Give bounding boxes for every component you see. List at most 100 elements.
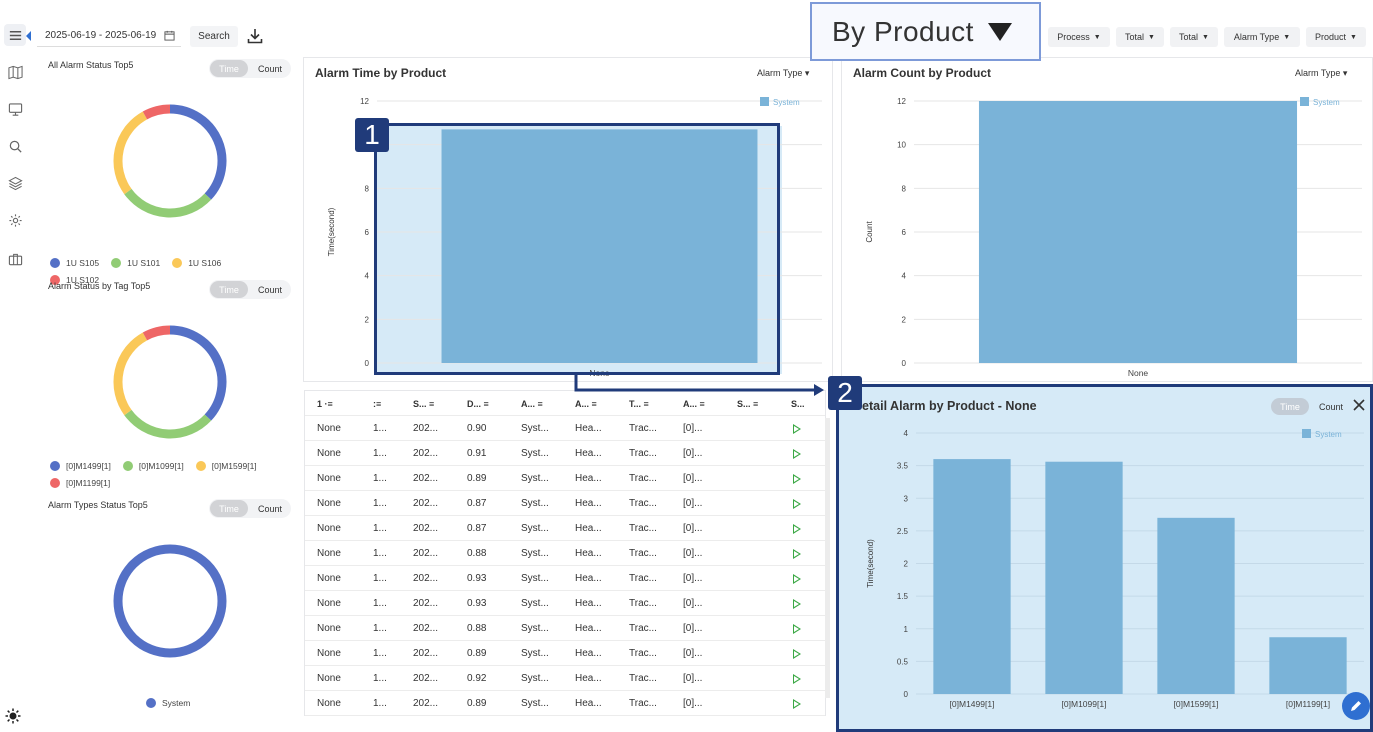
- table-row[interactable]: None 1... 202... 0.88 Syst... Hea... Trac... [0…: [305, 616, 825, 641]
- play-button[interactable]: [793, 616, 801, 641]
- legend-item[interactable]: [0]M1499[1]: [50, 461, 111, 471]
- donut-slice[interactable]: [169, 104, 227, 200]
- column-header[interactable]: :≡: [373, 391, 381, 416]
- donut-slice[interactable]: [142, 325, 171, 341]
- bar[interactable]: [978, 101, 1298, 363]
- time-count-toggle-2[interactable]: Time Count: [209, 280, 291, 299]
- close-icon[interactable]: [1352, 398, 1366, 412]
- column-header[interactable]: S... ≡: [413, 391, 434, 416]
- donut-slice[interactable]: [113, 111, 148, 195]
- toggle-count[interactable]: Count: [251, 500, 289, 517]
- table-cell: Hea...: [575, 673, 602, 684]
- table-cell: 1...: [373, 598, 387, 609]
- play-button[interactable]: [793, 566, 801, 591]
- play-button[interactable]: [793, 416, 801, 441]
- table-row[interactable]: None 1... 202... 0.93 Syst... Hea... Trac... [0…: [305, 591, 825, 616]
- y-tick-label: 2: [365, 315, 370, 324]
- collapse-icon[interactable]: [26, 31, 32, 41]
- legend-dot: [195, 461, 206, 471]
- legend-label[interactable]: System: [773, 98, 800, 107]
- edit-fab[interactable]: [1342, 692, 1370, 720]
- view-selector-dropdown[interactable]: By Product: [810, 2, 1041, 61]
- toggle-count[interactable]: Count: [251, 60, 289, 77]
- bar[interactable]: [1269, 637, 1347, 694]
- legend-item[interactable]: [0]M1599[1]: [195, 461, 257, 471]
- play-button[interactable]: [793, 516, 801, 541]
- legend-label[interactable]: System: [1313, 98, 1340, 107]
- table-cell: Hea...: [575, 523, 602, 534]
- play-icon: [793, 423, 801, 434]
- briefcase-icon[interactable]: [4, 248, 26, 270]
- toggle-time[interactable]: Time: [1271, 398, 1309, 415]
- table-row[interactable]: None 1... 202... 0.89 Syst... Hea... Trac... [0…: [305, 466, 825, 491]
- date-range-picker[interactable]: 2025-06-19 - 2025-06-19: [37, 25, 181, 47]
- donut-slice[interactable]: [124, 188, 212, 218]
- menu-icon[interactable]: [4, 24, 26, 46]
- gear-icon[interactable]: [4, 209, 26, 231]
- play-button[interactable]: [793, 491, 801, 516]
- donut-slice[interactable]: [142, 104, 171, 120]
- play-button[interactable]: [793, 641, 801, 666]
- table-cell: [0]...: [683, 473, 703, 484]
- donut-slice[interactable]: [169, 325, 227, 421]
- table-row[interactable]: None 1... 202... 0.93 Syst... Hea... Trac... [0…: [305, 566, 825, 591]
- donut-slice[interactable]: [113, 332, 148, 416]
- column-header[interactable]: 1 ·≡: [317, 391, 333, 416]
- toggle-time[interactable]: Time: [210, 60, 248, 77]
- monitor-icon[interactable]: [4, 98, 26, 120]
- sun-icon[interactable]: [4, 707, 22, 725]
- play-button[interactable]: [793, 466, 801, 491]
- table-row[interactable]: None 1... 202... 0.92 Syst... Hea... Trac... [0…: [305, 666, 825, 691]
- table-cell: [0]...: [683, 598, 703, 609]
- table-scrollbar[interactable]: [825, 418, 830, 698]
- calendar-icon: [164, 30, 175, 41]
- play-button[interactable]: [793, 441, 801, 466]
- column-header[interactable]: A... ≡: [521, 391, 543, 416]
- time-count-toggle-3[interactable]: Time Count: [209, 499, 291, 518]
- table-cell: 1...: [373, 498, 387, 509]
- legend-item[interactable]: [0]M1099[1]: [122, 461, 184, 471]
- table-row[interactable]: None 1... 202... 0.88 Syst... Hea... Trac... [0…: [305, 541, 825, 566]
- toggle-count[interactable]: Count: [1313, 398, 1349, 415]
- play-button[interactable]: [793, 691, 801, 716]
- table-row[interactable]: None 1... 202... 0.87 Syst... Hea... Trac... [0…: [305, 516, 825, 541]
- y-tick-label: 0: [365, 359, 370, 368]
- filter-total-2[interactable]: Total ▼: [1170, 27, 1218, 47]
- table-row[interactable]: None 1... 202... 0.87 Syst... Hea... Trac... [0…: [305, 491, 825, 516]
- donut-slice[interactable]: [124, 409, 212, 439]
- filter-process[interactable]: Process ▼: [1048, 27, 1110, 47]
- download-icon[interactable]: [246, 27, 264, 45]
- search-button[interactable]: Search: [190, 26, 238, 47]
- bar[interactable]: [933, 459, 1011, 694]
- bar[interactable]: [1045, 461, 1123, 694]
- filter-alarm-type[interactable]: Alarm Type ▼: [1224, 27, 1300, 47]
- play-button[interactable]: [793, 591, 801, 616]
- time-count-toggle-1[interactable]: Time Count: [209, 59, 291, 78]
- bar[interactable]: [1157, 517, 1235, 694]
- filter-total-1[interactable]: Total ▼: [1116, 27, 1164, 47]
- table-cell: Trac...: [629, 473, 657, 484]
- column-header[interactable]: D... ≡: [467, 391, 489, 416]
- table-cell: 0.89: [467, 648, 487, 659]
- table-row[interactable]: None 1... 202... 0.89 Syst... Hea... Trac... [0…: [305, 641, 825, 666]
- table-row[interactable]: None 1... 202... 0.90 Syst... Hea... Trac... [0…: [305, 416, 825, 441]
- detail-time-count-toggle[interactable]: Time Count: [1271, 397, 1351, 416]
- table-row[interactable]: None 1... 202... 0.91 Syst... Hea... Trac... [0…: [305, 441, 825, 466]
- legend-label[interactable]: System: [1315, 430, 1342, 439]
- legend-item[interactable]: 1U S105: [50, 258, 99, 268]
- layers-icon[interactable]: [4, 172, 26, 194]
- legend-item[interactable]: System: [146, 698, 190, 708]
- toggle-time[interactable]: Time: [210, 500, 248, 517]
- toggle-time[interactable]: Time: [210, 281, 248, 298]
- play-button[interactable]: [793, 666, 801, 691]
- table-row[interactable]: None 1... 202... 0.89 Syst... Hea... Trac... [0…: [305, 691, 825, 716]
- map-icon[interactable]: [4, 61, 26, 83]
- play-button[interactable]: [793, 541, 801, 566]
- filter-product[interactable]: Product ▼: [1306, 27, 1366, 47]
- legend-item[interactable]: [0]M1199[1]: [50, 478, 110, 488]
- legend-item[interactable]: 1U S106: [172, 258, 221, 268]
- toggle-count[interactable]: Count: [251, 281, 289, 298]
- legend-item[interactable]: 1U S101: [111, 258, 160, 268]
- donut-slice[interactable]: [113, 544, 227, 658]
- search-icon[interactable]: [4, 135, 26, 157]
